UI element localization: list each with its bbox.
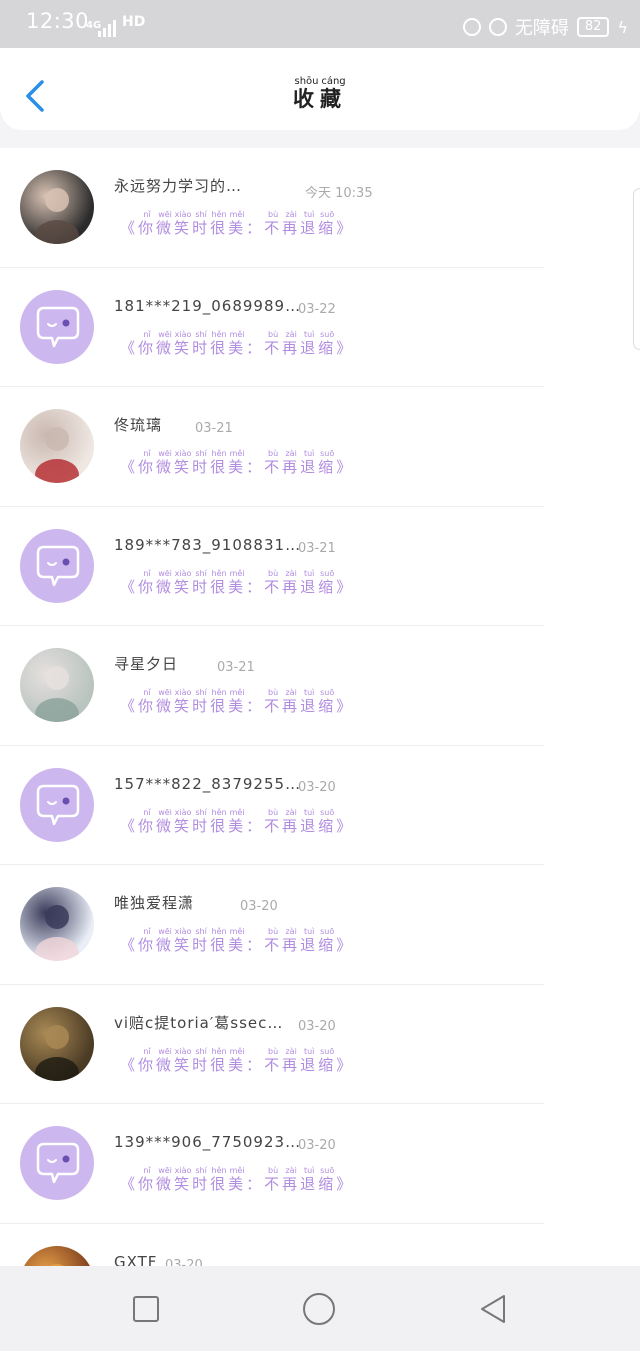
item-signature: 《你nǐ微wēi笑xiào时shí很hěn美měi：不bù再zài退tuì缩su… [120,807,355,835]
charging-icon: ϟ [617,17,628,37]
item-name: 157***822_8379255… [114,774,302,793]
circle-icon [303,1293,335,1325]
item-time: 03-20 [298,779,336,795]
item-signature: 《你nǐ微wēi笑xiào时shí很hěn美měi：不bù再zài退tuì缩su… [120,449,355,476]
item-name: GXTF [114,1252,158,1267]
accessibility-label: 无障碍 [514,18,569,39]
square-icon [133,1296,159,1322]
nav-back-button[interactable] [476,1292,510,1326]
avatar-photo-icon [49,1263,65,1266]
item-signature: 《你nǐ微wēi笑xiào时shí很hěn美měi：不bù再zài退tuì缩su… [120,1046,355,1074]
scroll-handle[interactable] [633,188,640,350]
avatar [20,767,94,842]
avatar [20,289,94,364]
list-item[interactable]: 永远努力学习的… 今天 10:35 《你nǐ微wēi笑xiào时shí很hěn美mě… [0,148,640,268]
item-time: 03-20 [298,1018,336,1034]
status-time: 12:30 [26,9,90,33]
navigation-bar [0,1266,640,1351]
avatar-photo-icon [35,1024,79,1081]
avatar-photo-icon [35,427,79,483]
avatar [20,1126,94,1200]
item-time: 03-21 [298,540,336,556]
item-name: vi赔c提toria′葛ssec… [114,1013,284,1032]
item-name: 139***906_7750923… [114,1133,302,1151]
list-item[interactable]: GXTF03-20《你nǐ微wēi笑xiào时shí很hěn美měi：不bù再z… [0,1224,640,1267]
list-item[interactable]: 唯独爱程潇 03-20 《你nǐ微wēi笑xiào时shí很hěn美měi：不bù再… [0,865,640,985]
item-signature: 《你nǐ微wēi笑xiào时shí很hěn美měi：不bù再zài退tuì缩su… [120,688,355,715]
favorites-list[interactable]: 永远努力学习的… 今天 10:35 《你nǐ微wēi笑xiào时shí很hěn美mě… [0,148,640,1266]
avatar-photo-icon [35,188,79,244]
avatar [20,887,94,961]
avatar-photo-icon [35,666,79,722]
list-item[interactable]: 189***783_9108831… 03-21 《你nǐ微wēi笑xiào时shí… [0,507,640,626]
item-time: 03-20 [240,899,278,914]
list-item[interactable]: 139***906_7750923… 03-20 《你nǐ微wēi笑xiào时shí… [0,1104,640,1224]
list-item[interactable]: 181***219_0689989… 03-22 《你nǐ微wēi笑xiào时shí… [0,268,640,387]
triangle-back-icon [481,1295,505,1323]
chat-bubble-icon [36,545,80,586]
list-item[interactable]: vi赔c提toria′葛ssec… 03-20 《你nǐ微wēi笑xiào时shí很… [0,985,640,1104]
list-item[interactable]: 157***822_8379255… 03-20 《你nǐ微wēi笑xiào时shí… [0,746,640,865]
hd-indicator: HD [122,14,146,30]
avatar [20,409,94,483]
list-item[interactable]: 佟琉璃 03-21 《你nǐ微wēi笑xiào时shí很hěn美měi：不bù再zà… [0,387,640,507]
page-title: 收shōu藏cáng [293,76,347,111]
list-item[interactable]: 寻星夕日 03-21 《你nǐ微wēi笑xiào时shí很hěn美měi：不bù再z… [0,626,640,746]
chat-bubble-icon [36,306,80,347]
item-name: 181***219_0689989… [114,296,302,315]
chat-bubble-icon [36,1142,80,1184]
item-signature: 《你nǐ微wēi笑xiào时shí很hěn美měi：不bù再zài退tuì缩su… [120,329,355,357]
recent-apps-button[interactable] [129,1292,163,1326]
item-signature: 《你nǐ微wēi笑xiào时shí很hěn美měi：不bù再zài退tuì缩su… [120,927,355,954]
item-name: 寻星夕日 [114,655,179,673]
item-time: 03-20 [165,1257,203,1267]
top-bar: 收shōu藏cáng [0,48,640,130]
avatar-photo-icon [35,905,79,961]
item-name: 189***783_9108831… [114,535,302,554]
item-time: 今天 10:35 [305,186,373,201]
item-name: 佟琉璃 [114,416,163,434]
avatar [20,1006,94,1081]
item-time: 03-21 [195,421,233,436]
item-signature: 《你nǐ微wēi笑xiào时shí很hěn美měi：不bù再zài退tuì缩su… [120,1166,355,1193]
avatar [20,528,94,603]
item-time: 03-22 [298,301,336,317]
chat-bubble-icon [36,784,80,825]
lock-icon [462,18,481,36]
item-time: 03-20 [298,1138,336,1153]
item-name: 永远努力学习的… [114,177,243,195]
battery-level: 82 [576,17,610,37]
avatar [20,170,94,244]
item-time: 03-21 [217,660,255,675]
avatar [20,1245,94,1266]
signal-icon [98,20,116,37]
home-button[interactable] [302,1292,336,1326]
item-name: 唯独爱程潇 [114,894,195,912]
item-signature: 《你nǐ微wēi笑xiào时shí很hěn美měi：不bù再zài退tuì缩su… [120,568,355,596]
status-bar: 12:30 4G HD 无障碍 82 ϟ [0,0,640,48]
alarm-icon [488,18,507,36]
avatar [20,648,94,722]
item-signature: 《你nǐ微wēi笑xiào时shí很hěn美měi：不bù再zài退tuì缩su… [120,210,355,237]
